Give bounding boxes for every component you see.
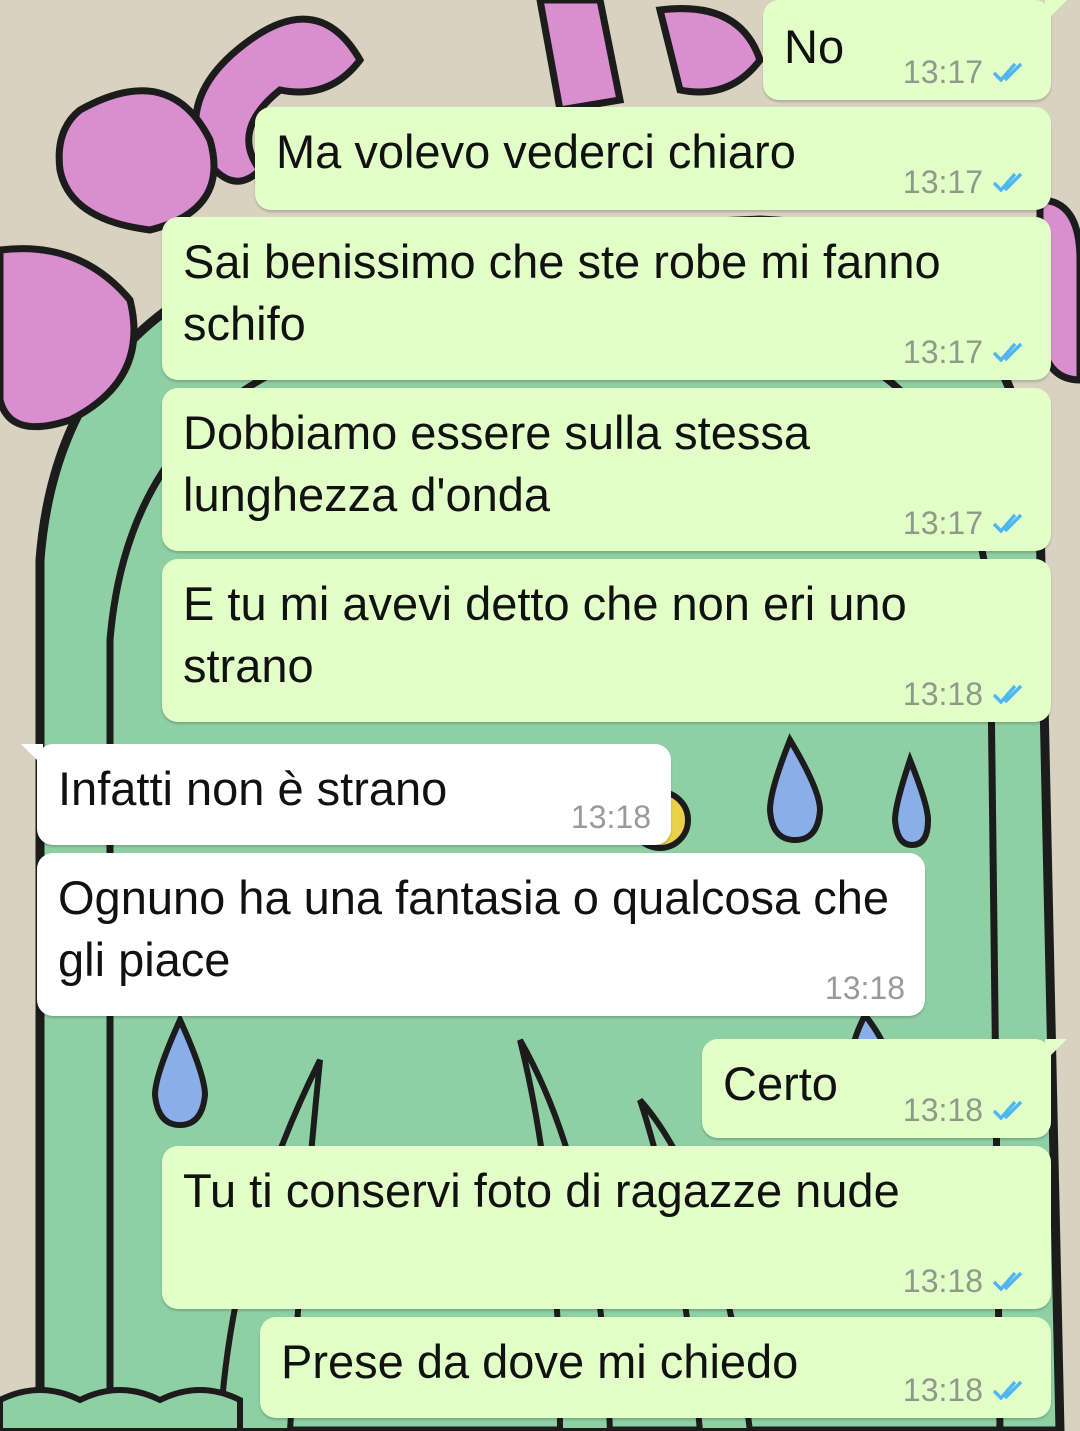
message-meta: 13:17 — [903, 334, 1031, 370]
message-text: Ognuno ha una fantasia o qualcosa che gl… — [58, 871, 903, 986]
message-bubble-incoming[interactable]: Ognuno ha una fantasia o qualcosa che gl… — [37, 853, 925, 1016]
message-meta: 13:18 — [903, 1372, 1031, 1408]
double-check-icon — [992, 1380, 1023, 1401]
message-bubble-outgoing[interactable]: Ma volevo vederci chiaro 13:17 — [255, 107, 1051, 210]
message-time: 13:17 — [902, 505, 983, 541]
double-check-icon — [992, 342, 1023, 363]
double-check-icon — [992, 172, 1023, 193]
message-bubble-incoming[interactable]: Infatti non è strano 13:18 — [21, 744, 671, 845]
message-time: 13:18 — [902, 676, 983, 712]
message-bubble-outgoing[interactable]: E tu mi avevi detto che non eri uno stra… — [162, 559, 1051, 722]
double-check-icon — [992, 62, 1023, 83]
message-text: Infatti non è strano — [58, 762, 448, 815]
message-meta: 13:18 — [903, 676, 1031, 712]
message-time: 13:18 — [902, 1263, 983, 1299]
double-check-icon — [992, 684, 1023, 705]
double-check-icon — [992, 1271, 1023, 1292]
message-time: 13:17 — [902, 334, 983, 370]
message-time: 13:17 — [902, 164, 983, 200]
message-time: 13:17 — [902, 54, 983, 90]
message-meta: 13:17 — [903, 164, 1031, 200]
message-meta: 13:18 — [825, 970, 905, 1006]
message-meta: 13:18 — [571, 799, 651, 835]
message-bubble-outgoing[interactable]: Dobbiamo essere sulla stessa lunghezza d… — [162, 388, 1051, 551]
message-bubble-outgoing[interactable]: Prese da dove mi chiedo 13:18 — [260, 1317, 1051, 1418]
message-time: 13:18 — [570, 799, 651, 835]
message-bubble-outgoing[interactable]: Certo 13:18 — [702, 1039, 1067, 1138]
message-meta: 13:18 — [903, 1092, 1031, 1128]
message-time: 13:18 — [824, 970, 905, 1006]
message-meta: 13:18 — [903, 1263, 1031, 1299]
message-time: 13:18 — [902, 1372, 983, 1408]
message-text: Tu ti conservi foto di ragazze nude — [183, 1164, 900, 1217]
message-meta: 13:17 — [903, 505, 1031, 541]
double-check-icon — [992, 513, 1023, 534]
bubble-tail — [21, 744, 43, 766]
bubble-tail — [1045, 1039, 1067, 1061]
message-bubble-outgoing[interactable]: No 13:17 — [763, 0, 1067, 100]
message-bubble-outgoing[interactable]: Tu ti conservi foto di ragazze nude 13:1… — [162, 1146, 1051, 1309]
message-time: 13:18 — [902, 1092, 983, 1128]
double-check-icon — [992, 1100, 1023, 1121]
bubble-tail — [1045, 0, 1067, 22]
message-bubble-outgoing[interactable]: Sai benissimo che ste robe mi fanno schi… — [162, 217, 1051, 380]
message-meta: 13:17 — [903, 54, 1031, 90]
